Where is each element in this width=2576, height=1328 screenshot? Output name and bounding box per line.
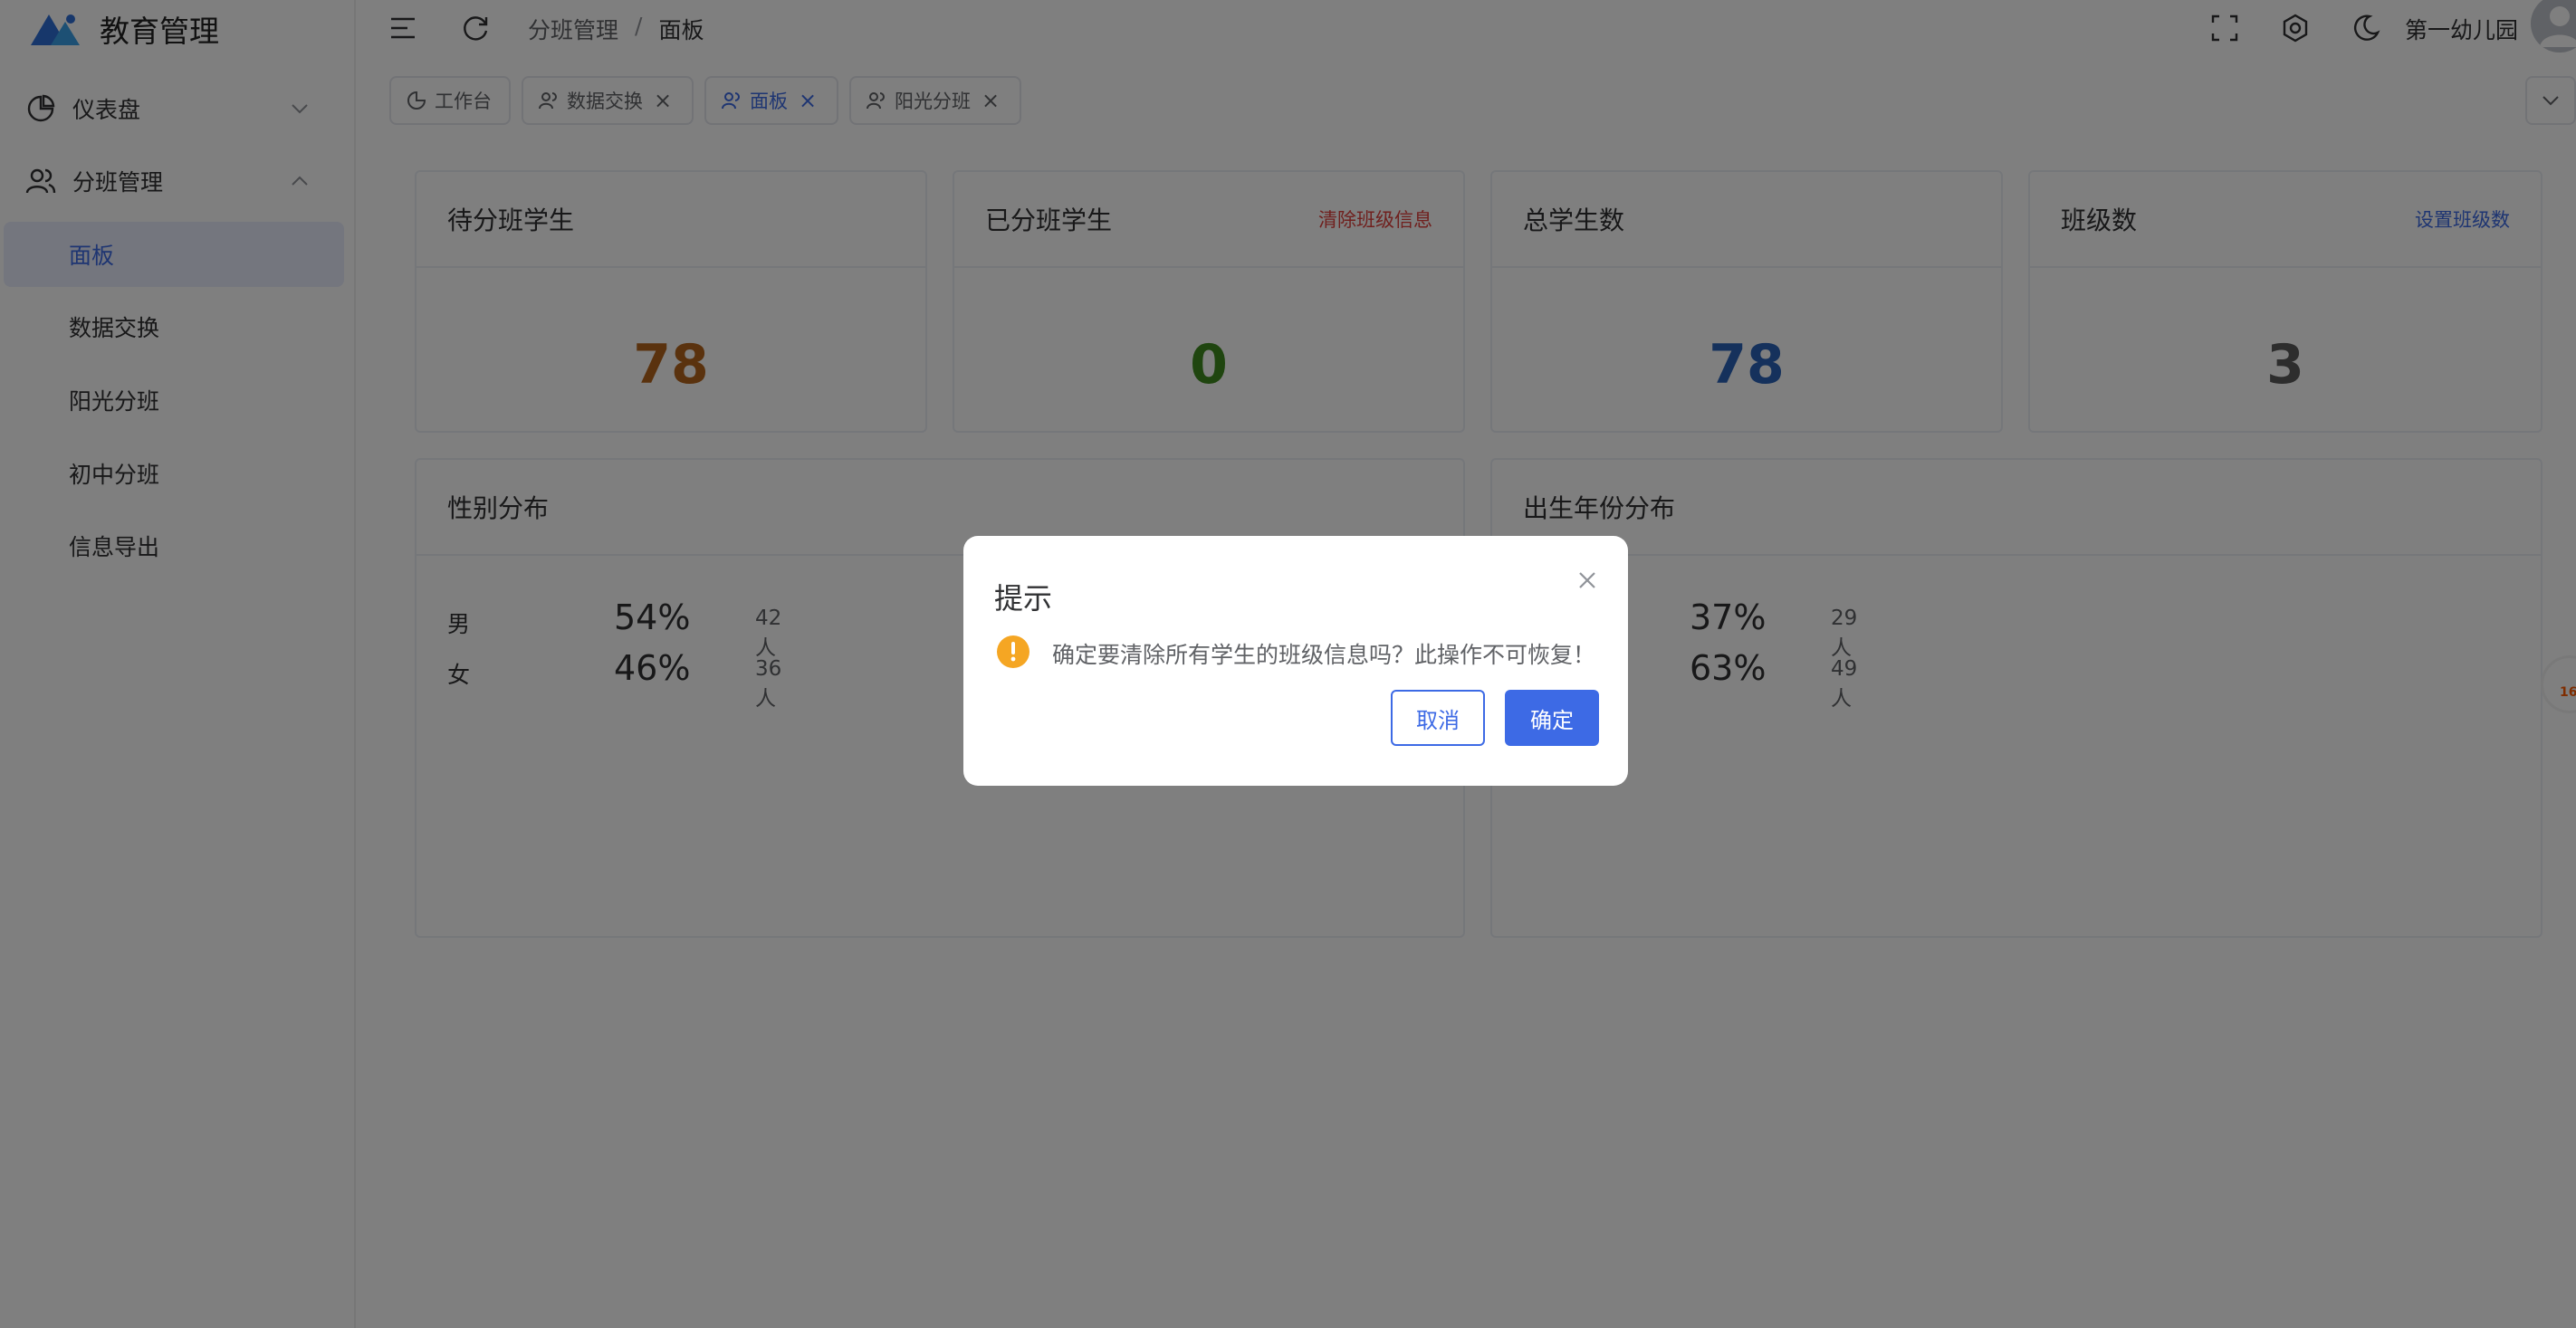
close-icon[interactable]	[1575, 568, 1599, 592]
confirm-button[interactable]: 确定	[1505, 690, 1599, 746]
confirm-dialog: 提示 确定要清除所有学生的班级信息吗？此操作不可恢复！ 取消 确定	[963, 536, 1628, 786]
dialog-message: 确定要清除所有学生的班级信息吗？此操作不可恢复！	[1052, 642, 1596, 668]
cancel-button[interactable]: 取消	[1391, 690, 1485, 746]
dialog-title: 提示	[994, 581, 1053, 616]
warning-icon	[997, 635, 1029, 668]
